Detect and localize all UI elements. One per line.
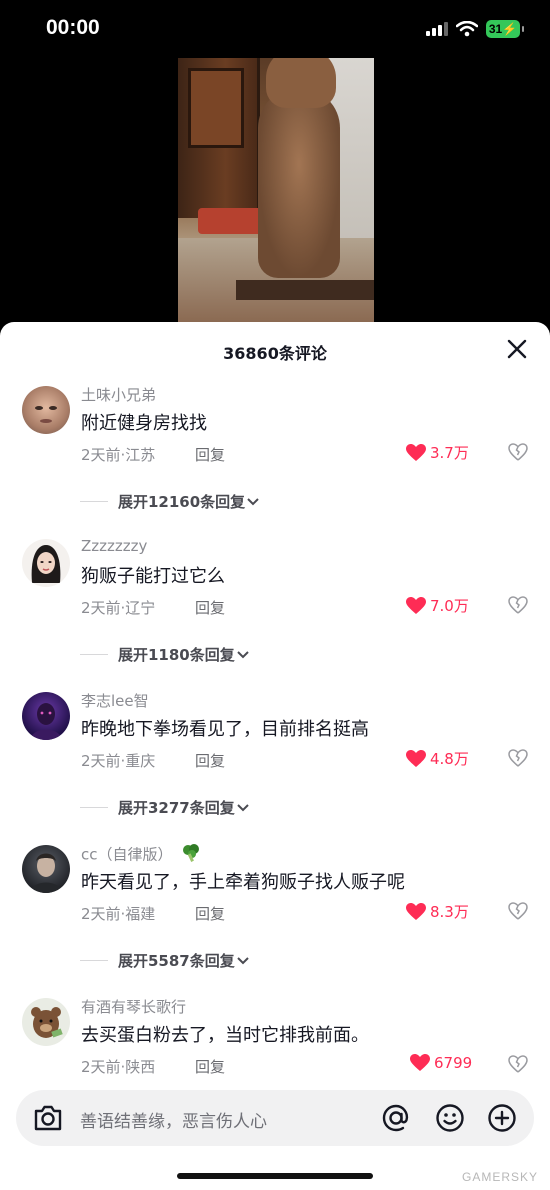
reply-button[interactable]: 回复 xyxy=(195,903,225,924)
expand-replies-label: 展开12160条回复 xyxy=(118,493,246,511)
expand-replies[interactable]: 展开3277条回复 xyxy=(80,797,251,818)
expand-replies[interactable]: 展开12160条回复 xyxy=(80,491,261,512)
broccoli-icon xyxy=(181,843,201,867)
comment-input-bar[interactable]: 善语结善缘，恶言伤人心 xyxy=(16,1090,534,1146)
comment-username[interactable]: 李志lee智 xyxy=(81,690,149,711)
avatar[interactable] xyxy=(22,539,70,587)
dog-image xyxy=(258,88,340,278)
comment-item[interactable]: cc（自律版） 昨天看见了，手上牵着狗贩子找人贩子呢 2天前·福建 回复 8.3… xyxy=(0,837,550,987)
video-frame[interactable] xyxy=(178,58,374,322)
comment-username[interactable]: cc（自律版） xyxy=(81,843,201,867)
avatar[interactable] xyxy=(22,692,70,740)
battery-level: 31 xyxy=(488,22,503,36)
comment-username-text: cc（自律版） xyxy=(81,845,173,864)
broken-heart-icon[interactable] xyxy=(508,596,528,614)
emoji-icon[interactable] xyxy=(434,1102,466,1134)
chevron-down-icon xyxy=(237,650,249,658)
like-count: 4.8万 xyxy=(430,750,469,768)
like-button[interactable]: 7.0万 xyxy=(406,595,469,616)
comment-username[interactable]: 有酒有琴长歌行 xyxy=(81,996,186,1017)
reply-button[interactable]: 回复 xyxy=(195,750,225,771)
comment-username[interactable]: 土味小兄弟 xyxy=(81,384,156,405)
heart-icon xyxy=(410,1054,430,1071)
comment-meta: 2天前·辽宁 xyxy=(81,599,156,617)
dog-head xyxy=(266,58,336,108)
expand-replies-label: 展开1180条回复 xyxy=(118,646,235,664)
expand-replies[interactable]: 展开1180条回复 xyxy=(80,644,251,665)
like-count: 3.7万 xyxy=(430,444,469,462)
like-button[interactable]: 3.7万 xyxy=(406,442,469,463)
video-step xyxy=(236,280,374,300)
sheet-header: 36860条评论 xyxy=(0,322,550,376)
comment-meta: 2天前·江苏 xyxy=(81,446,156,464)
avatar[interactable] xyxy=(22,998,70,1046)
comment-text: 昨天看见了，手上牵着狗贩子找人贩子呢 xyxy=(81,872,405,893)
comment-item[interactable]: 李志lee智 昨晚地下拳场看见了，目前排名挺高 2天前·重庆 回复 4.8万 展… xyxy=(0,684,550,834)
like-count: 8.3万 xyxy=(430,903,469,921)
comment-text: 去买蛋白粉去了，当时它排我前面。 xyxy=(81,1025,369,1046)
avatar[interactable] xyxy=(22,845,70,893)
wifi-icon xyxy=(456,21,478,37)
reply-button[interactable]: 回复 xyxy=(195,444,225,465)
like-count: 6799 xyxy=(434,1054,473,1072)
status-icons: 31 ⚡ xyxy=(426,20,524,38)
at-mention-icon[interactable] xyxy=(380,1102,412,1134)
status-time: 00:00 xyxy=(46,16,100,39)
comment-count-title: 36860条评论 xyxy=(223,344,327,363)
comment-item[interactable]: 土味小兄弟 附近健身房找找 2天前·江苏 回复 3.7万 展开12160条回复 xyxy=(0,378,550,528)
comment-meta: 2天前·陕西 xyxy=(81,1058,156,1076)
watermark: GAMERSKY xyxy=(461,1170,538,1184)
heart-icon xyxy=(406,902,426,920)
expand-replies-label: 展开5587条回复 xyxy=(118,952,235,970)
like-button[interactable]: 8.3万 xyxy=(406,901,469,922)
camera-icon[interactable] xyxy=(32,1103,64,1133)
video-door xyxy=(178,58,260,218)
comment-text: 昨晚地下拳场看见了，目前排名挺高 xyxy=(81,719,369,740)
comment-username[interactable]: Zzzzzzzy xyxy=(81,537,147,555)
signal-icon xyxy=(426,22,448,36)
video-player[interactable] xyxy=(0,58,550,328)
home-indicator[interactable] xyxy=(177,1173,373,1179)
avatar[interactable] xyxy=(22,386,70,434)
battery-icon: 31 ⚡ xyxy=(486,20,524,38)
reply-button[interactable]: 回复 xyxy=(195,597,225,618)
expand-replies[interactable]: 展开5587条回复 xyxy=(80,950,251,971)
chevron-down-icon xyxy=(237,803,249,811)
close-icon[interactable] xyxy=(504,336,530,362)
comment-text: 附近健身房找找 xyxy=(81,413,207,434)
comment-sheet: 36860条评论 土味小兄弟 附近健身房找找 2天前·江苏 回复 3.7万 展开… xyxy=(0,322,550,1190)
heart-icon xyxy=(406,596,426,614)
comment-meta: 2天前·福建 xyxy=(81,905,156,923)
like-button[interactable]: 4.8万 xyxy=(406,748,469,769)
broken-heart-icon[interactable] xyxy=(508,749,528,767)
broken-heart-icon[interactable] xyxy=(508,902,528,920)
heart-icon xyxy=(406,749,426,767)
expand-replies-label: 展开3277条回复 xyxy=(118,799,235,817)
chevron-down-icon xyxy=(237,956,249,964)
comment-input[interactable]: 善语结善缘，恶言伤人心 xyxy=(80,1107,267,1132)
comment-text: 狗贩子能打过它么 xyxy=(81,566,225,587)
reply-button[interactable]: 回复 xyxy=(195,1056,225,1077)
status-bar: 00:00 31 ⚡ xyxy=(0,0,550,58)
chevron-down-icon xyxy=(247,497,259,505)
like-count: 7.0万 xyxy=(430,597,469,615)
broken-heart-icon[interactable] xyxy=(508,443,528,461)
comment-item[interactable]: Zzzzzzzy 狗贩子能打过它么 2天前·辽宁 回复 7.0万 展开1180条… xyxy=(0,531,550,681)
comment-meta: 2天前·重庆 xyxy=(81,752,156,770)
heart-icon xyxy=(406,443,426,461)
plus-icon[interactable] xyxy=(486,1102,518,1134)
like-button[interactable]: 6799 xyxy=(410,1054,472,1072)
broken-heart-icon[interactable] xyxy=(508,1055,528,1073)
